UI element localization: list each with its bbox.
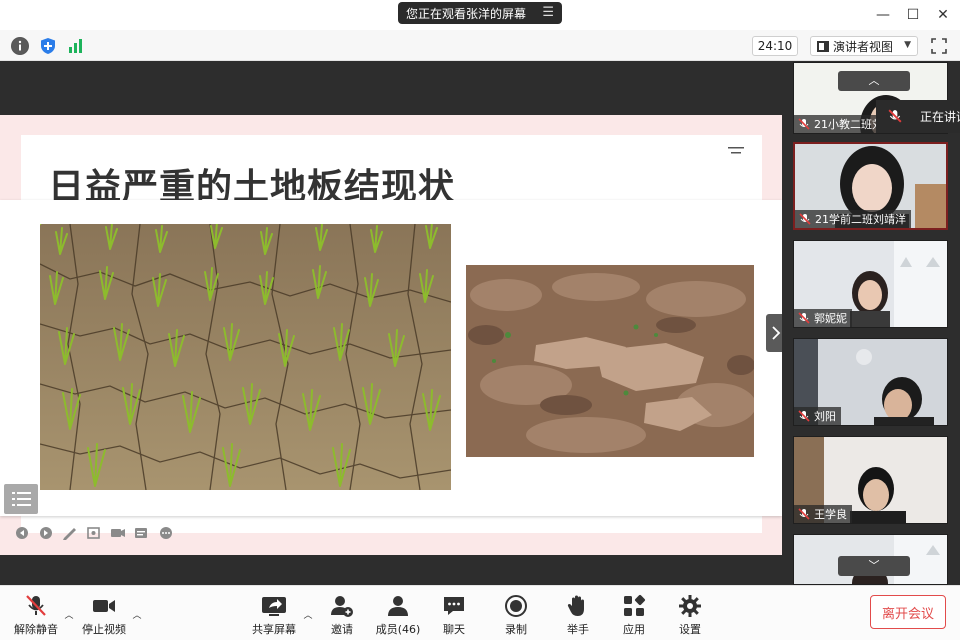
signal-icon[interactable] bbox=[67, 37, 85, 55]
rice-field-photo bbox=[40, 224, 451, 490]
mic-muted-icon bbox=[798, 312, 810, 324]
compacted-soil-photo bbox=[466, 265, 754, 457]
share-screen-icon bbox=[262, 597, 286, 616]
next-slide-button[interactable] bbox=[40, 525, 56, 541]
mic-muted-icon bbox=[888, 109, 902, 123]
minimize-button[interactable]: — bbox=[874, 6, 892, 24]
apps-icon bbox=[624, 594, 646, 616]
video-camera-icon bbox=[93, 600, 115, 612]
slide-list-button[interactable] bbox=[4, 484, 38, 514]
record-icon bbox=[505, 595, 527, 617]
record-button[interactable]: 录制 bbox=[500, 594, 532, 638]
share-screen-button[interactable]: 共享屏幕 bbox=[250, 594, 298, 638]
mic-muted-icon bbox=[798, 410, 810, 422]
speaking-indicator: 正在讲话 bbox=[876, 100, 960, 133]
participant-tile[interactable]: 21学前二班刘靖洋 bbox=[793, 142, 948, 230]
meeting-toolbar bbox=[0, 585, 960, 640]
scroll-up-button[interactable]: ︿ bbox=[838, 71, 910, 91]
fullscreen-icon[interactable] bbox=[930, 37, 948, 55]
list-icon[interactable]: ☰ bbox=[542, 5, 554, 20]
members-button[interactable]: 成员(46) bbox=[374, 594, 422, 638]
invite-button[interactable]: 邀请 bbox=[326, 594, 358, 638]
info-icon[interactable] bbox=[11, 37, 29, 55]
screenshot-button[interactable] bbox=[86, 525, 102, 541]
camera-button[interactable] bbox=[110, 525, 126, 541]
stop-video-button[interactable]: 停止视频 bbox=[78, 594, 130, 638]
chevron-down-icon: ▼ bbox=[904, 40, 911, 50]
mic-muted-icon bbox=[798, 118, 810, 130]
chevron-up-icon[interactable]: ︿ bbox=[63, 608, 75, 621]
unmute-button[interactable]: 解除静音 bbox=[12, 594, 60, 638]
speaking-label: 正在讲话 bbox=[920, 110, 960, 124]
mic-muted-icon bbox=[26, 595, 46, 616]
speaker-view-icon bbox=[817, 41, 829, 52]
chevron-up-icon[interactable]: ︿ bbox=[302, 608, 314, 621]
previous-slide-button[interactable] bbox=[16, 525, 32, 541]
apps-button[interactable]: 应用 bbox=[618, 594, 650, 638]
close-button[interactable]: ✕ bbox=[934, 6, 952, 24]
shield-icon[interactable] bbox=[39, 37, 57, 55]
participant-tile[interactable]: 郭妮妮 bbox=[793, 240, 948, 328]
screen-share-banner[interactable]: 您正在观看张洋的屏幕 ☰ bbox=[398, 2, 562, 24]
raise-hand-button[interactable]: 举手 bbox=[562, 594, 594, 638]
chat-button[interactable]: 聊天 bbox=[438, 594, 470, 638]
share-banner-text: 您正在观看张洋的屏幕 bbox=[406, 6, 527, 21]
mic-muted-icon bbox=[798, 508, 810, 520]
meeting-timer: 24:10 bbox=[752, 36, 798, 56]
participant-tile[interactable]: 刘阳 bbox=[793, 338, 948, 426]
maximize-button[interactable]: ☐ bbox=[904, 6, 922, 24]
participant-name: 21学前二班刘靖洋 bbox=[795, 210, 911, 228]
more-button[interactable] bbox=[158, 525, 174, 541]
members-icon bbox=[388, 596, 408, 616]
leave-meeting-button[interactable]: 离开会议 bbox=[870, 595, 946, 629]
stage-bottom bbox=[0, 555, 782, 585]
hand-icon bbox=[567, 595, 584, 616]
mic-muted-icon bbox=[799, 213, 811, 225]
slide-menu-icon bbox=[728, 141, 744, 154]
subtitle-button[interactable] bbox=[134, 525, 150, 541]
view-mode-label: 演讲者视图 bbox=[833, 39, 894, 54]
view-mode-select[interactable]: 演讲者视图 ▼ bbox=[810, 36, 918, 56]
chat-icon bbox=[444, 597, 464, 615]
scroll-down-button[interactable]: ﹀ bbox=[838, 556, 910, 576]
pen-tool-button[interactable] bbox=[62, 525, 78, 541]
gear-icon bbox=[679, 595, 701, 617]
add-user-icon bbox=[331, 596, 353, 617]
participant-tile[interactable]: 王学良 bbox=[793, 436, 948, 524]
chevron-up-icon[interactable]: ︿ bbox=[131, 608, 143, 621]
settings-button[interactable]: 设置 bbox=[674, 594, 706, 638]
